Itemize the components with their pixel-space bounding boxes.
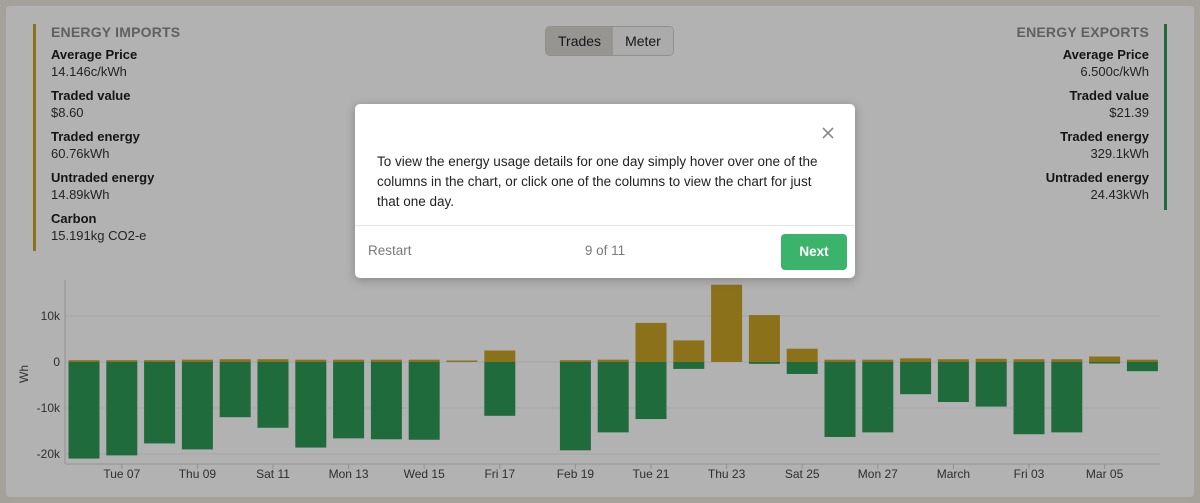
close-icon[interactable] — [821, 126, 835, 140]
tour-modal: To view the energy usage details for one… — [355, 104, 855, 278]
tour-step-text: To view the energy usage details for one… — [377, 154, 818, 209]
modal-divider — [355, 225, 855, 226]
tour-step-counter: 9 of 11 — [584, 243, 626, 258]
next-button[interactable]: Next — [781, 234, 847, 270]
restart-button[interactable]: Restart — [368, 243, 412, 258]
